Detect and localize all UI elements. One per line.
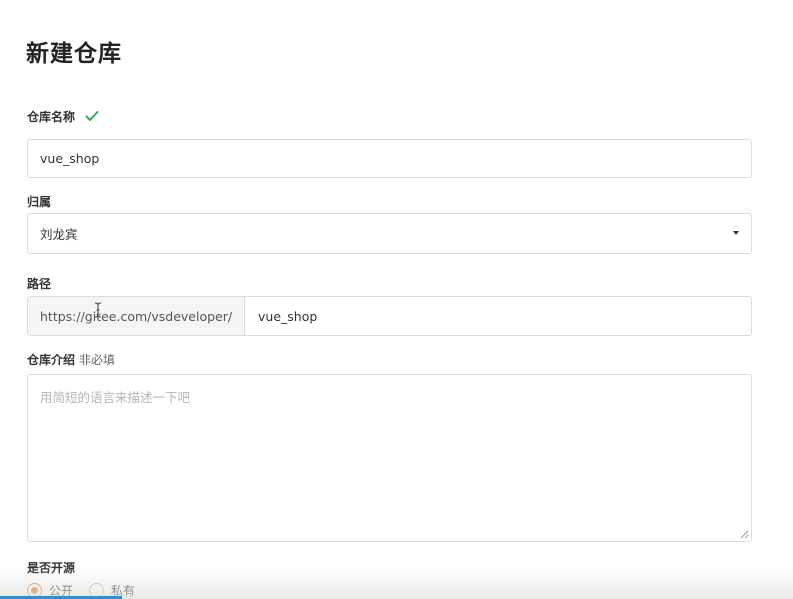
repo-name-label: 仓库名称 bbox=[27, 109, 76, 124]
path-input-group: https://gitee.com/vsdeveloper/ vue_shop bbox=[27, 296, 752, 336]
owner-label-row: 归属 bbox=[27, 192, 51, 210]
caret-down-icon bbox=[733, 231, 739, 235]
path-value: vue_shop bbox=[258, 308, 318, 324]
path-label: 路径 bbox=[27, 276, 52, 291]
description-label-row: 仓库介绍 非必填 bbox=[27, 350, 115, 368]
path-input[interactable]: vue_shop bbox=[245, 297, 751, 335]
repo-name-value: vue_shop bbox=[40, 151, 100, 166]
owner-selected-value: 刘龙宾 bbox=[40, 227, 78, 242]
new-repository-form: 新建仓库 仓库名称 vue_shop 归属 刘龙宾 路径 https://git… bbox=[0, 0, 793, 599]
repo-name-input[interactable]: vue_shop bbox=[27, 139, 752, 178]
text-cursor-icon bbox=[94, 302, 102, 318]
description-label: 仓库介绍 bbox=[27, 352, 76, 367]
radio-dot bbox=[31, 586, 38, 594]
page-title: 新建仓库 bbox=[26, 41, 122, 67]
owner-label: 归属 bbox=[27, 194, 52, 209]
owner-select[interactable]: 刘龙宾 bbox=[27, 213, 752, 254]
repo-name-label-row: 仓库名称 bbox=[27, 107, 99, 125]
visibility-label: 是否开源 bbox=[27, 560, 76, 575]
resize-grip-icon[interactable] bbox=[740, 530, 749, 539]
visibility-label-row: 是否开源 bbox=[27, 558, 75, 576]
description-placeholder: 用简短的语言来描述一下吧 bbox=[40, 390, 191, 405]
description-textarea[interactable]: 用简短的语言来描述一下吧 bbox=[27, 374, 752, 542]
path-label-row: 路径 bbox=[27, 274, 51, 292]
check-icon bbox=[85, 111, 99, 121]
optional-tag: 非必填 bbox=[79, 352, 116, 367]
path-prefix: https://gitee.com/vsdeveloper/ bbox=[28, 297, 245, 335]
